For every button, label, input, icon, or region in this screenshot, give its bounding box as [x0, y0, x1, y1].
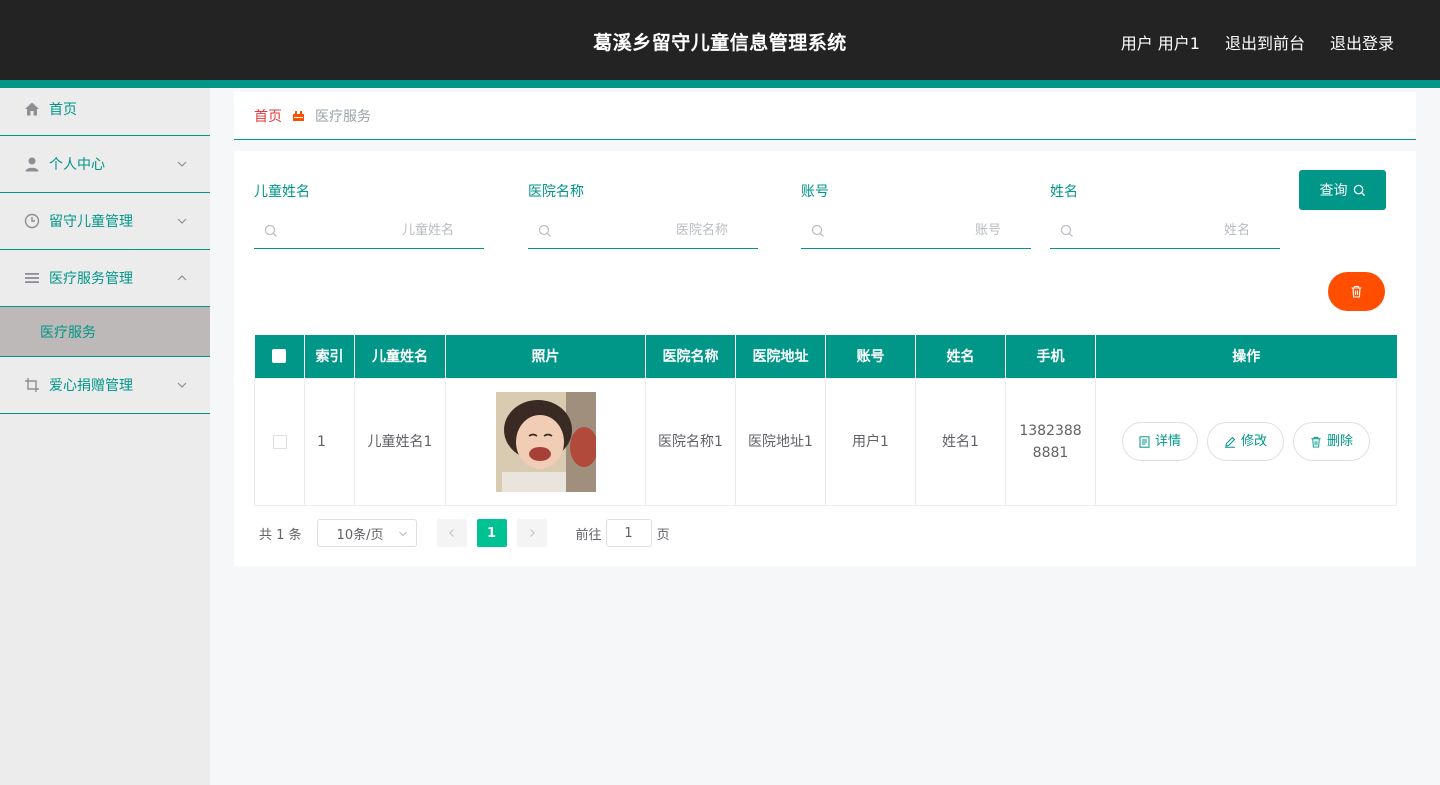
sidebar-item-home[interactable]: 首页 [0, 88, 210, 136]
sidebar-item-label: 个人中心 [49, 157, 105, 173]
trash-icon [1311, 436, 1321, 448]
sidebar-subitem-medical-service[interactable]: 医疗服务 [0, 307, 210, 357]
top-header: 葛溪乡留守儿童信息管理系统 用户 用户1 退出到前台 退出登录 [0, 0, 1440, 80]
child-name-input[interactable] [254, 213, 484, 248]
goto-unit: 页 [656, 527, 670, 543]
breadcrumb: 首页 医疗服务 [234, 92, 1416, 140]
chevron-down-icon [398, 531, 407, 537]
delete-button-label: 删除 [1327, 433, 1354, 449]
filter-label: 医院名称 [528, 184, 584, 200]
cell-name: 姓名1 [915, 377, 1006, 506]
page-number-button[interactable]: 1 [476, 519, 507, 547]
top-links: 用户 用户1 退出到前台 退出登录 [1121, 30, 1394, 54]
edit-button-label: 修改 [1240, 433, 1267, 449]
goto-label: 前往 [575, 527, 602, 543]
column-header: 医院地址 [735, 335, 826, 378]
filter-label: 姓名 [1050, 184, 1078, 200]
edit-icon [1224, 436, 1236, 448]
column-header: 儿童姓名 [354, 335, 446, 378]
hospital-name-field [528, 213, 758, 249]
child-photo[interactable] [495, 391, 596, 492]
delete-button[interactable]: 删除 [1293, 422, 1371, 461]
filter-label: 儿童姓名 [254, 184, 310, 200]
sidebar-item-medical-management[interactable]: 医疗服务管理 [0, 250, 210, 307]
column-header: 索引 [304, 335, 355, 378]
sidebar-item-label: 留守儿童管理 [49, 214, 133, 230]
column-header: 照片 [445, 335, 646, 378]
cell-account: 用户1 [825, 377, 916, 506]
breadcrumb-separator-icon [292, 109, 305, 122]
front-page-link[interactable]: 退出到前台 [1225, 30, 1305, 54]
account-field [801, 213, 1031, 249]
sidebar-item-label: 爱心捐赠管理 [49, 378, 133, 394]
user-icon [24, 156, 40, 172]
current-user-label: 用户 用户1 [1120, 34, 1200, 53]
table-header-row: 索引 儿童姓名 照片 医院名称 医院地址 账号 姓名 手机 操作 [254, 335, 1397, 378]
cell-phone: 13823888881 [1005, 377, 1096, 506]
cell-hospital-name: 医院名称1 [645, 377, 736, 506]
sidebar: 首页 个人中心 留守儿童管理 医疗服务管理 医疗服务 爱心捐赠管理 [0, 88, 210, 785]
select-all-header [254, 335, 305, 378]
sidebar-item-label: 医疗服务管理 [49, 271, 133, 287]
clock-icon [24, 213, 40, 229]
cell-photo [445, 377, 646, 506]
prev-page-button[interactable] [436, 519, 467, 547]
sidebar-item-label: 首页 [49, 101, 77, 118]
column-header: 操作 [1095, 335, 1397, 378]
search-button[interactable]: 查询 [1299, 170, 1386, 210]
pagination-total: 共 1 条 [259, 527, 302, 543]
column-header: 姓名 [915, 335, 1006, 378]
detail-button[interactable]: 详情 [1121, 422, 1198, 461]
filter-label: 账号 [801, 184, 829, 200]
trash-icon [1351, 285, 1362, 298]
row-actions: 详情 修改 删除 [1096, 422, 1396, 461]
main-content-card: 儿童姓名 医院名称 账号 姓名 查询 [234, 151, 1416, 566]
column-header: 账号 [825, 335, 916, 378]
sidebar-item-children-management[interactable]: 留守儿童管理 [0, 193, 210, 250]
logout-link[interactable]: 退出登录 [1330, 30, 1394, 54]
search-button-label: 查询 [1319, 183, 1348, 199]
home-icon [24, 101, 40, 117]
chevron-down-icon [177, 382, 187, 388]
column-header: 医院名称 [645, 335, 736, 378]
table-row: 1 儿童姓名1 医院名称1 医院地址1 用户1 姓名1 13823888881 … [254, 377, 1397, 506]
edit-button[interactable]: 修改 [1206, 422, 1284, 461]
cell-hospital-address: 医院地址1 [735, 377, 826, 506]
next-page-button[interactable] [516, 519, 547, 547]
cell-child-name: 儿童姓名1 [354, 377, 446, 506]
header-accent-bar [0, 80, 1440, 88]
crop-icon [24, 377, 40, 393]
column-header: 手机 [1005, 335, 1096, 378]
page-size-value: 10条/页 [336, 527, 384, 543]
chevron-left-icon [448, 529, 454, 537]
phone-value: 13823888881 [1019, 422, 1082, 461]
row-select-cell [254, 377, 305, 506]
chevron-down-icon [177, 218, 187, 224]
pagination: 共 1 条 10条/页 1 前往 页 [259, 519, 670, 547]
select-all-checkbox[interactable] [272, 349, 287, 364]
chevron-down-icon [177, 161, 187, 167]
medical-service-table: 索引 儿童姓名 照片 医院名称 医院地址 账号 姓名 手机 操作 1 儿童姓名1 [254, 335, 1397, 506]
name-field [1050, 213, 1280, 249]
batch-delete-button[interactable] [1328, 272, 1385, 311]
chevron-up-icon [177, 275, 187, 281]
cell-index: 1 [304, 377, 355, 506]
breadcrumb-current: 医疗服务 [315, 108, 371, 125]
chevron-right-icon [529, 529, 535, 537]
list-icon [24, 270, 40, 286]
detail-button-label: 详情 [1154, 433, 1181, 449]
search-icon [1353, 184, 1365, 196]
account-input[interactable] [801, 213, 1031, 248]
sidebar-item-personal-center[interactable]: 个人中心 [0, 136, 210, 193]
page-size-select[interactable]: 10条/页 [316, 519, 417, 547]
child-name-field [254, 213, 484, 249]
hospital-name-input[interactable] [528, 213, 758, 248]
document-icon [1139, 435, 1150, 448]
name-input[interactable] [1050, 213, 1280, 248]
goto-page-input[interactable] [605, 519, 652, 547]
breadcrumb-home[interactable]: 首页 [254, 106, 282, 126]
row-checkbox[interactable] [272, 434, 287, 449]
sidebar-item-donation-management[interactable]: 爱心捐赠管理 [0, 357, 210, 414]
cell-actions: 详情 修改 删除 [1095, 377, 1397, 506]
